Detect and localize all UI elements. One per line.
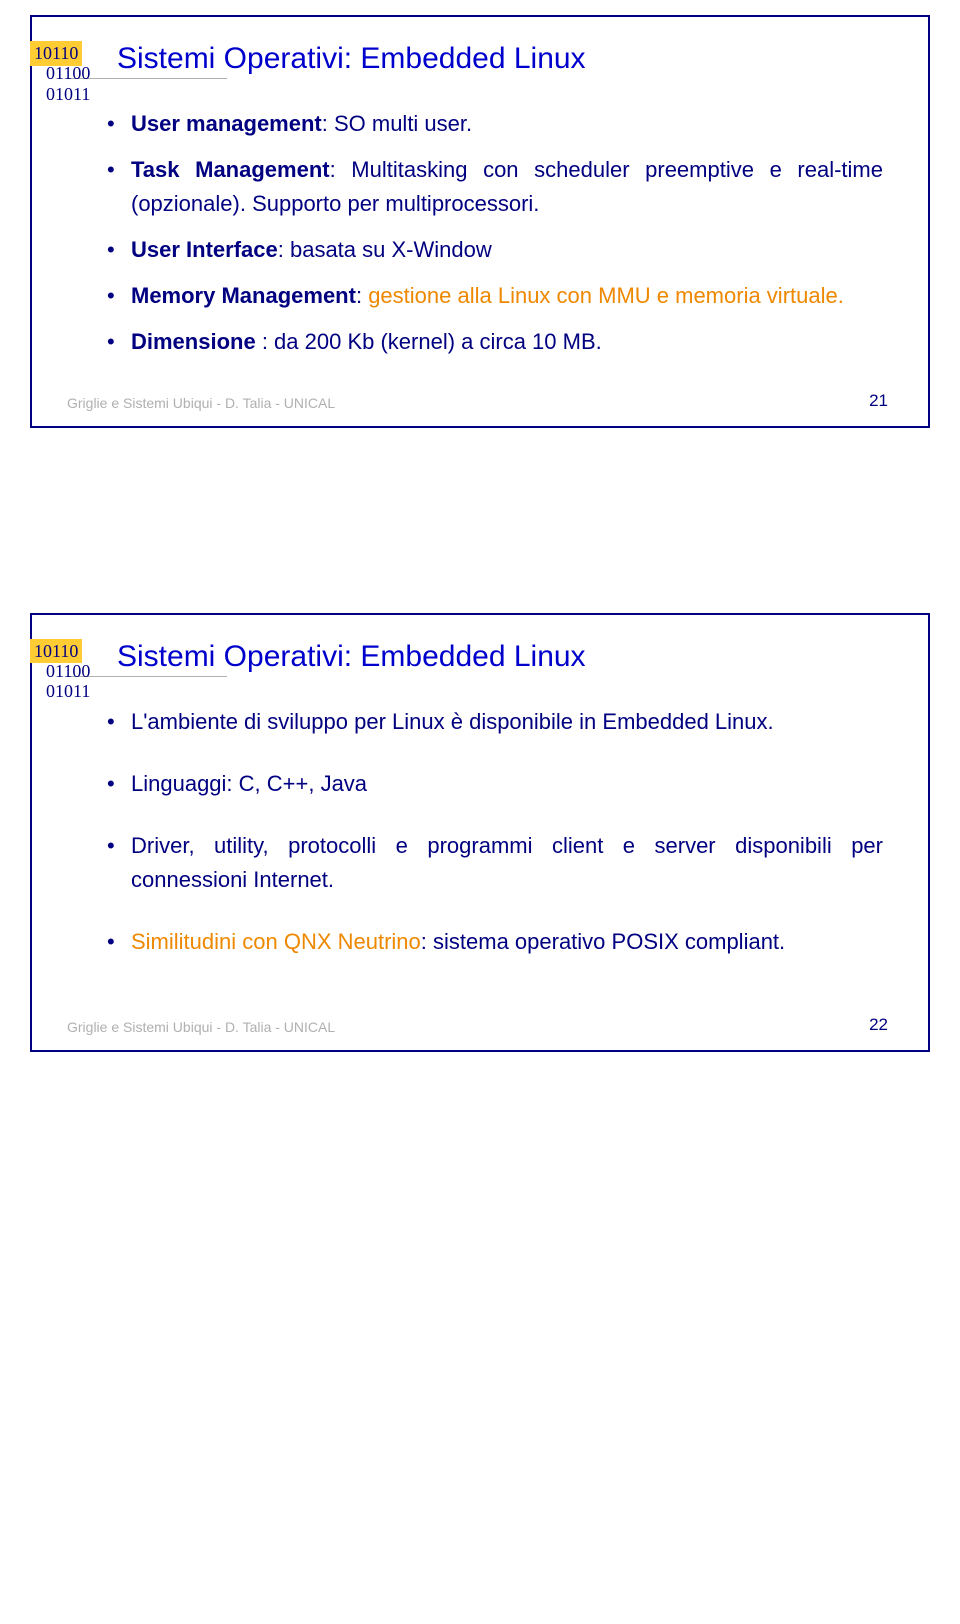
- bullet-item: Linguaggi: C, C++, Java: [107, 767, 883, 801]
- bullet-text: : sistema operativo POSIX compliant.: [421, 929, 785, 954]
- bullet-item: User management: SO multi user.: [107, 107, 883, 141]
- bullet-label: Memory Management: [131, 283, 356, 308]
- bullet-label: User management: [131, 111, 322, 136]
- bullet-label: Task Management: [131, 157, 330, 182]
- bullet-label: Dimensione: [131, 329, 262, 354]
- title-underline: [67, 676, 227, 677]
- bullet-list: L'ambiente di sviluppo per Linux è dispo…: [107, 705, 883, 959]
- bullet-item: Dimensione : da 200 Kb (kernel) a circa …: [107, 325, 883, 359]
- binary-line-2: 01100: [46, 63, 90, 84]
- bullet-text: : da 200 Kb (kernel) a circa 10 MB.: [262, 329, 602, 354]
- bullet-label: User Interface: [131, 237, 278, 262]
- bullet-text: : basata su X-Window: [278, 237, 492, 262]
- slide-footer: Griglie e Sistemi Ubiqui - D. Talia - UN…: [67, 395, 893, 411]
- bullet-item: Similitudini con QNX Neutrino: sistema o…: [107, 925, 883, 959]
- slide-title: Sistemi Operativi: Embedded Linux: [117, 640, 893, 674]
- bullet-text: :: [356, 283, 368, 308]
- slide-footer: Griglie e Sistemi Ubiqui - D. Talia - UN…: [67, 1019, 893, 1035]
- bullet-item: User Interface: basata su X-Window: [107, 233, 883, 267]
- binary-line-1: 10110: [34, 641, 78, 662]
- bullet-highlight: gestione alla Linux con MMU e memoria vi…: [368, 283, 844, 308]
- binary-line-2: 01100: [46, 661, 90, 682]
- slide-content: User management: SO multi user. Task Man…: [107, 107, 883, 360]
- bullet-text: : SO multi user.: [322, 111, 472, 136]
- bullet-item: Driver, utility, protocolli e programmi …: [107, 829, 883, 897]
- binary-decoration-overlap: 01100 01011: [46, 63, 90, 104]
- binary-line-3: 01011: [46, 84, 90, 105]
- bullet-item: Task Management: Multitasking con schedu…: [107, 153, 883, 221]
- bullet-highlight: Similitudini con QNX Neutrino: [131, 929, 421, 954]
- slide-title: Sistemi Operativi: Embedded Linux: [117, 42, 893, 76]
- slide-2: 10110 01100 01011 Sistemi Operativi: Emb…: [30, 613, 930, 1052]
- binary-decoration-overlap: 01100 01011: [46, 661, 90, 702]
- slide-1: 10110 01100 01011 Sistemi Operativi: Emb…: [30, 15, 930, 428]
- bullet-item: Memory Management: gestione alla Linux c…: [107, 279, 883, 313]
- bullet-text: Linguaggi: C, C++, Java: [131, 771, 367, 796]
- slide-content: L'ambiente di sviluppo per Linux è dispo…: [107, 705, 883, 959]
- bullet-list: User management: SO multi user. Task Man…: [107, 107, 883, 360]
- footer-text: Griglie e Sistemi Ubiqui - D. Talia - UN…: [67, 395, 335, 411]
- binary-line-3: 01011: [46, 681, 90, 702]
- bullet-text: L'ambiente di sviluppo per Linux è dispo…: [131, 709, 774, 734]
- slide-separator: [0, 478, 960, 598]
- footer-text: Griglie e Sistemi Ubiqui - D. Talia - UN…: [67, 1019, 335, 1035]
- page-number: 22: [869, 1015, 888, 1035]
- title-underline: [67, 78, 227, 79]
- bullet-item: L'ambiente di sviluppo per Linux è dispo…: [107, 705, 883, 739]
- binary-line-1: 10110: [34, 43, 78, 64]
- page-number: 21: [869, 391, 888, 411]
- bullet-text: Driver, utility, protocolli e programmi …: [131, 833, 883, 892]
- binary-decoration: 10110: [30, 41, 82, 66]
- binary-decoration: 10110: [30, 639, 82, 664]
